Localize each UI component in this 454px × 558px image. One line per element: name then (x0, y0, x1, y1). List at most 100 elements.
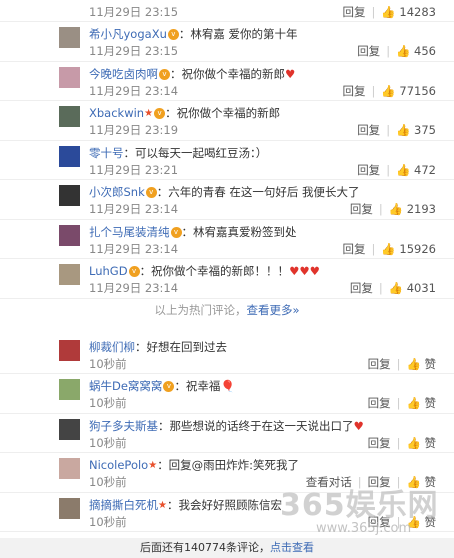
comment-text: ：祝你做个幸福的新郎 (165, 106, 281, 120)
avatar[interactable] (59, 339, 80, 361)
reply-button[interactable]: 回复 (357, 163, 380, 177)
username-link[interactable]: 零十号 (89, 146, 124, 160)
avatar[interactable] (59, 106, 80, 127)
like-button[interactable]: 👍 2193 (389, 202, 436, 216)
username-link[interactable]: 狗子多夫斯基 (89, 419, 158, 433)
username-link[interactable]: 柳裁们柳 (89, 340, 135, 354)
comment-item: 蜗牛De窝窝窝 v ：祝幸福🎈 10秒前 回复 | 👍 赞 (0, 374, 454, 414)
reply-button[interactable]: 回复 (343, 242, 366, 256)
avatar[interactable] (59, 497, 80, 519)
comment-item: 扎个马尾装清纯 v ：林宥嘉真爱粉签到处 11月29日 23:14 回复 | 👍 15926 (0, 220, 454, 259)
thumbs-up-icon: 👍 (381, 5, 400, 19)
like-button[interactable]: 👍 456 (396, 44, 436, 58)
username-link[interactable]: Xbackwin (89, 106, 144, 120)
comment-text: ：我会好好照顾陈信宏 (166, 497, 282, 512)
comment-line: 狗子多夫斯基：那些想说的话终于在这一天说出口了♥ (89, 418, 364, 434)
like-button[interactable]: 👍 14283 (381, 5, 436, 19)
like-count: 2193 (406, 202, 436, 216)
reply-button[interactable]: 回复 (368, 396, 391, 410)
username-link[interactable]: 希小凡yogaXu (89, 27, 167, 41)
divider: | (386, 123, 391, 137)
like-count: 4031 (406, 281, 436, 295)
comment-time: 11月29日 23:21 (89, 162, 179, 177)
view-more-hot-link[interactable]: 查看更多 (246, 303, 292, 317)
thumbs-up-icon: 👍 (396, 123, 415, 137)
reply-button[interactable]: 回复 (357, 123, 380, 137)
username-link[interactable]: 摘摘撕白死机 (89, 498, 158, 512)
avatar[interactable] (59, 224, 80, 246)
like-count: 15926 (399, 241, 436, 256)
vip-badge-icon: v (167, 29, 179, 40)
reply-button[interactable]: 回复 (368, 436, 391, 450)
like-button[interactable]: 👍 赞 (407, 436, 436, 450)
avatar[interactable] (59, 27, 80, 48)
reply-button[interactable]: 回复 (343, 5, 366, 19)
comment-actions: 回复 | 👍 77156 (343, 83, 436, 99)
star-badge-icon: ★ (144, 108, 154, 119)
like-count: 赞 (424, 396, 437, 410)
divider: | (371, 241, 376, 256)
comment-list: 11月29日 23:15 回复 | 👍 14283 希小凡yogaXu v ：林宥嘉 爱你的… (0, 0, 454, 532)
comment-item: 零十号：可以每天一起喝红豆汤：） 11月29日 23:21 回复 | 👍 472 (0, 141, 454, 180)
comment-item: 11月29日 23:15 回复 | 👍 14283 (0, 0, 454, 22)
like-button[interactable]: 👍 15926 (381, 242, 436, 256)
comment-actions: 回复 | 👍 赞 (368, 435, 436, 451)
username-link[interactable]: LuhGD (89, 264, 128, 278)
like-button[interactable]: 👍 赞 (407, 357, 436, 371)
comment-line: 小次郎Snk v ：六年的青春 在这一句好后 我便长大了 (89, 184, 360, 200)
watermark-logo: 365娱乐网 (280, 488, 439, 523)
avatar[interactable] (59, 264, 80, 285)
reply-button[interactable]: 回复 (350, 281, 373, 295)
comment-text: ：六年的青春 在这一句好后 我便长大了 (156, 185, 360, 199)
thumbs-up-icon: 👍 (388, 202, 407, 216)
reply-button[interactable]: 回复 (368, 357, 391, 371)
emoji-icon: ♥ (353, 418, 364, 433)
comment-line: 摘摘撕白死机★：我会好好照顾陈信宏 (89, 497, 282, 513)
avatar[interactable] (59, 66, 80, 88)
divider: | (396, 435, 401, 450)
emoji-icon: 🎈 (220, 379, 235, 393)
star-badge-icon: ★ (148, 460, 158, 471)
like-button[interactable]: 👍 赞 (407, 396, 436, 410)
comment-text: ：可以每天一起喝红豆汤：） (123, 145, 268, 160)
comment-time: 11月29日 23:14 (89, 83, 179, 98)
comment-line: 希小凡yogaXu v ：林宥嘉 爱你的第十年 (89, 26, 298, 42)
comment-actions: 回复 | 👍 456 (357, 43, 436, 59)
comment-line: 今晚吃卤肉啊 v ：祝你做个幸福的新郎♥ (89, 66, 295, 82)
avatar[interactable] (59, 185, 80, 206)
username-link[interactable]: 蜗牛De窝窝窝 (89, 379, 162, 393)
chevron-down-icon[interactable]: » (292, 303, 299, 317)
like-button[interactable]: 👍 375 (396, 123, 436, 137)
username-link[interactable]: NicolePolo (89, 458, 148, 472)
comment-item: Xbackwin★ v ：祝你做个幸福的新郎 11月29日 23:19 回复 | 👍 375 (0, 101, 454, 141)
avatar[interactable] (59, 418, 80, 440)
more-comments-bar[interactable]: 后面还有140774条评论，点击查看 (0, 538, 454, 558)
avatar[interactable] (59, 379, 80, 400)
thumbs-up-icon: 👍 (381, 83, 400, 98)
comment-text: ：好想在回到过去 (135, 339, 227, 354)
reply-button[interactable]: 回复 (343, 84, 366, 98)
username-link[interactable]: 扎个马尾装清纯 (89, 225, 170, 239)
comment-text: ：祝你做个幸福的新郎 (170, 66, 285, 81)
avatar[interactable] (59, 458, 80, 479)
vip-badge-icon: v (128, 266, 140, 277)
comment-time: 11月29日 23:14 (89, 202, 179, 216)
avatar[interactable] (59, 145, 80, 167)
username-link[interactable]: 小次郎Snk (89, 185, 145, 199)
divider: | (396, 356, 401, 371)
username-link[interactable]: 今晚吃卤肉啊 (89, 67, 158, 81)
thumbs-up-icon: 👍 (396, 44, 415, 58)
divider: | (371, 5, 376, 19)
view-more-link[interactable]: 点击查看 (270, 541, 314, 554)
reply-button[interactable]: 回复 (350, 202, 373, 216)
like-button[interactable]: 👍 472 (396, 163, 436, 177)
divider: | (386, 44, 391, 58)
comment-item: LuhGD v ：祝你做个幸福的新郎！！！♥♥♥ 11月29日 23:14 回复 | 👍 4… (0, 259, 454, 299)
like-button[interactable]: 👍 4031 (389, 281, 436, 295)
thumbs-up-icon: 👍 (381, 241, 400, 256)
like-button[interactable]: 👍 77156 (381, 84, 436, 98)
comment-actions: 回复 | 👍 15926 (343, 241, 436, 257)
like-count: 赞 (424, 356, 437, 371)
reply-button[interactable]: 回复 (357, 44, 380, 58)
comment-time: 11月29日 23:19 (89, 123, 179, 137)
